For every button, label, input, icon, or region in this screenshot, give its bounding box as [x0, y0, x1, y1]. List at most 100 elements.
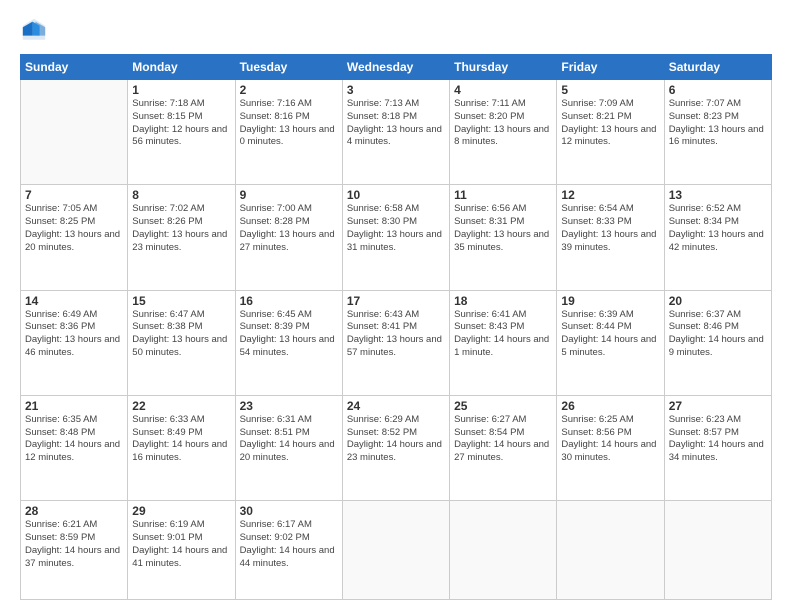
day-number: 3 [347, 83, 445, 97]
day-number: 25 [454, 399, 552, 413]
logo [20, 16, 52, 44]
weekday-tuesday: Tuesday [235, 55, 342, 80]
day-cell: 2Sunrise: 7:16 AM Sunset: 8:16 PM Daylig… [235, 80, 342, 185]
day-cell: 15Sunrise: 6:47 AM Sunset: 8:38 PM Dayli… [128, 290, 235, 395]
day-number: 1 [132, 83, 230, 97]
day-cell: 30Sunrise: 6:17 AM Sunset: 9:02 PM Dayli… [235, 501, 342, 600]
day-info: Sunrise: 7:18 AM Sunset: 8:15 PM Dayligh… [132, 98, 230, 149]
day-cell: 1Sunrise: 7:18 AM Sunset: 8:15 PM Daylig… [128, 80, 235, 185]
day-info: Sunrise: 7:07 AM Sunset: 8:23 PM Dayligh… [669, 98, 767, 149]
day-info: Sunrise: 6:19 AM Sunset: 9:01 PM Dayligh… [132, 519, 230, 570]
day-number: 16 [240, 294, 338, 308]
day-cell: 17Sunrise: 6:43 AM Sunset: 8:41 PM Dayli… [342, 290, 449, 395]
day-info: Sunrise: 6:52 AM Sunset: 8:34 PM Dayligh… [669, 203, 767, 254]
day-info: Sunrise: 6:33 AM Sunset: 8:49 PM Dayligh… [132, 414, 230, 465]
day-info: Sunrise: 7:11 AM Sunset: 8:20 PM Dayligh… [454, 98, 552, 149]
week-row-1: 7Sunrise: 7:05 AM Sunset: 8:25 PM Daylig… [21, 185, 772, 290]
day-info: Sunrise: 7:00 AM Sunset: 8:28 PM Dayligh… [240, 203, 338, 254]
weekday-friday: Friday [557, 55, 664, 80]
day-number: 9 [240, 188, 338, 202]
day-info: Sunrise: 6:23 AM Sunset: 8:57 PM Dayligh… [669, 414, 767, 465]
day-cell: 16Sunrise: 6:45 AM Sunset: 8:39 PM Dayli… [235, 290, 342, 395]
day-cell: 11Sunrise: 6:56 AM Sunset: 8:31 PM Dayli… [450, 185, 557, 290]
calendar-body: 1Sunrise: 7:18 AM Sunset: 8:15 PM Daylig… [21, 80, 772, 600]
day-info: Sunrise: 6:37 AM Sunset: 8:46 PM Dayligh… [669, 309, 767, 360]
day-info: Sunrise: 6:27 AM Sunset: 8:54 PM Dayligh… [454, 414, 552, 465]
day-number: 6 [669, 83, 767, 97]
day-cell: 5Sunrise: 7:09 AM Sunset: 8:21 PM Daylig… [557, 80, 664, 185]
weekday-saturday: Saturday [664, 55, 771, 80]
day-info: Sunrise: 6:58 AM Sunset: 8:30 PM Dayligh… [347, 203, 445, 254]
day-cell [664, 501, 771, 600]
day-info: Sunrise: 6:49 AM Sunset: 8:36 PM Dayligh… [25, 309, 123, 360]
day-cell [557, 501, 664, 600]
day-cell: 29Sunrise: 6:19 AM Sunset: 9:01 PM Dayli… [128, 501, 235, 600]
day-number: 13 [669, 188, 767, 202]
day-number: 27 [669, 399, 767, 413]
day-number: 4 [454, 83, 552, 97]
day-number: 20 [669, 294, 767, 308]
day-info: Sunrise: 6:56 AM Sunset: 8:31 PM Dayligh… [454, 203, 552, 254]
day-cell: 23Sunrise: 6:31 AM Sunset: 8:51 PM Dayli… [235, 395, 342, 500]
day-number: 29 [132, 504, 230, 518]
day-number: 17 [347, 294, 445, 308]
day-info: Sunrise: 6:29 AM Sunset: 8:52 PM Dayligh… [347, 414, 445, 465]
day-info: Sunrise: 7:16 AM Sunset: 8:16 PM Dayligh… [240, 98, 338, 149]
day-cell: 3Sunrise: 7:13 AM Sunset: 8:18 PM Daylig… [342, 80, 449, 185]
day-cell: 4Sunrise: 7:11 AM Sunset: 8:20 PM Daylig… [450, 80, 557, 185]
day-cell: 25Sunrise: 6:27 AM Sunset: 8:54 PM Dayli… [450, 395, 557, 500]
day-cell: 14Sunrise: 6:49 AM Sunset: 8:36 PM Dayli… [21, 290, 128, 395]
header [20, 16, 772, 44]
day-number: 19 [561, 294, 659, 308]
day-number: 2 [240, 83, 338, 97]
day-info: Sunrise: 6:43 AM Sunset: 8:41 PM Dayligh… [347, 309, 445, 360]
day-info: Sunrise: 6:21 AM Sunset: 8:59 PM Dayligh… [25, 519, 123, 570]
day-number: 26 [561, 399, 659, 413]
day-cell: 22Sunrise: 6:33 AM Sunset: 8:49 PM Dayli… [128, 395, 235, 500]
week-row-2: 14Sunrise: 6:49 AM Sunset: 8:36 PM Dayli… [21, 290, 772, 395]
day-number: 30 [240, 504, 338, 518]
day-number: 18 [454, 294, 552, 308]
day-info: Sunrise: 6:47 AM Sunset: 8:38 PM Dayligh… [132, 309, 230, 360]
logo-icon [20, 16, 48, 44]
day-cell: 19Sunrise: 6:39 AM Sunset: 8:44 PM Dayli… [557, 290, 664, 395]
day-cell: 27Sunrise: 6:23 AM Sunset: 8:57 PM Dayli… [664, 395, 771, 500]
day-number: 7 [25, 188, 123, 202]
day-cell: 10Sunrise: 6:58 AM Sunset: 8:30 PM Dayli… [342, 185, 449, 290]
day-cell [21, 80, 128, 185]
weekday-thursday: Thursday [450, 55, 557, 80]
day-number: 28 [25, 504, 123, 518]
day-cell: 21Sunrise: 6:35 AM Sunset: 8:48 PM Dayli… [21, 395, 128, 500]
day-number: 12 [561, 188, 659, 202]
week-row-4: 28Sunrise: 6:21 AM Sunset: 8:59 PM Dayli… [21, 501, 772, 600]
day-cell: 13Sunrise: 6:52 AM Sunset: 8:34 PM Dayli… [664, 185, 771, 290]
day-info: Sunrise: 7:13 AM Sunset: 8:18 PM Dayligh… [347, 98, 445, 149]
weekday-monday: Monday [128, 55, 235, 80]
day-info: Sunrise: 6:17 AM Sunset: 9:02 PM Dayligh… [240, 519, 338, 570]
day-cell [342, 501, 449, 600]
day-number: 10 [347, 188, 445, 202]
weekday-sunday: Sunday [21, 55, 128, 80]
day-number: 11 [454, 188, 552, 202]
day-cell: 28Sunrise: 6:21 AM Sunset: 8:59 PM Dayli… [21, 501, 128, 600]
day-cell: 8Sunrise: 7:02 AM Sunset: 8:26 PM Daylig… [128, 185, 235, 290]
weekday-header-row: SundayMondayTuesdayWednesdayThursdayFrid… [21, 55, 772, 80]
day-info: Sunrise: 6:31 AM Sunset: 8:51 PM Dayligh… [240, 414, 338, 465]
day-number: 24 [347, 399, 445, 413]
day-info: Sunrise: 6:35 AM Sunset: 8:48 PM Dayligh… [25, 414, 123, 465]
day-info: Sunrise: 6:45 AM Sunset: 8:39 PM Dayligh… [240, 309, 338, 360]
page: SundayMondayTuesdayWednesdayThursdayFrid… [0, 0, 792, 612]
day-cell: 24Sunrise: 6:29 AM Sunset: 8:52 PM Dayli… [342, 395, 449, 500]
day-cell: 18Sunrise: 6:41 AM Sunset: 8:43 PM Dayli… [450, 290, 557, 395]
day-cell: 9Sunrise: 7:00 AM Sunset: 8:28 PM Daylig… [235, 185, 342, 290]
calendar-table: SundayMondayTuesdayWednesdayThursdayFrid… [20, 54, 772, 600]
day-number: 5 [561, 83, 659, 97]
weekday-wednesday: Wednesday [342, 55, 449, 80]
week-row-3: 21Sunrise: 6:35 AM Sunset: 8:48 PM Dayli… [21, 395, 772, 500]
day-cell: 20Sunrise: 6:37 AM Sunset: 8:46 PM Dayli… [664, 290, 771, 395]
day-info: Sunrise: 6:39 AM Sunset: 8:44 PM Dayligh… [561, 309, 659, 360]
day-cell: 7Sunrise: 7:05 AM Sunset: 8:25 PM Daylig… [21, 185, 128, 290]
day-number: 23 [240, 399, 338, 413]
day-info: Sunrise: 6:25 AM Sunset: 8:56 PM Dayligh… [561, 414, 659, 465]
day-number: 15 [132, 294, 230, 308]
